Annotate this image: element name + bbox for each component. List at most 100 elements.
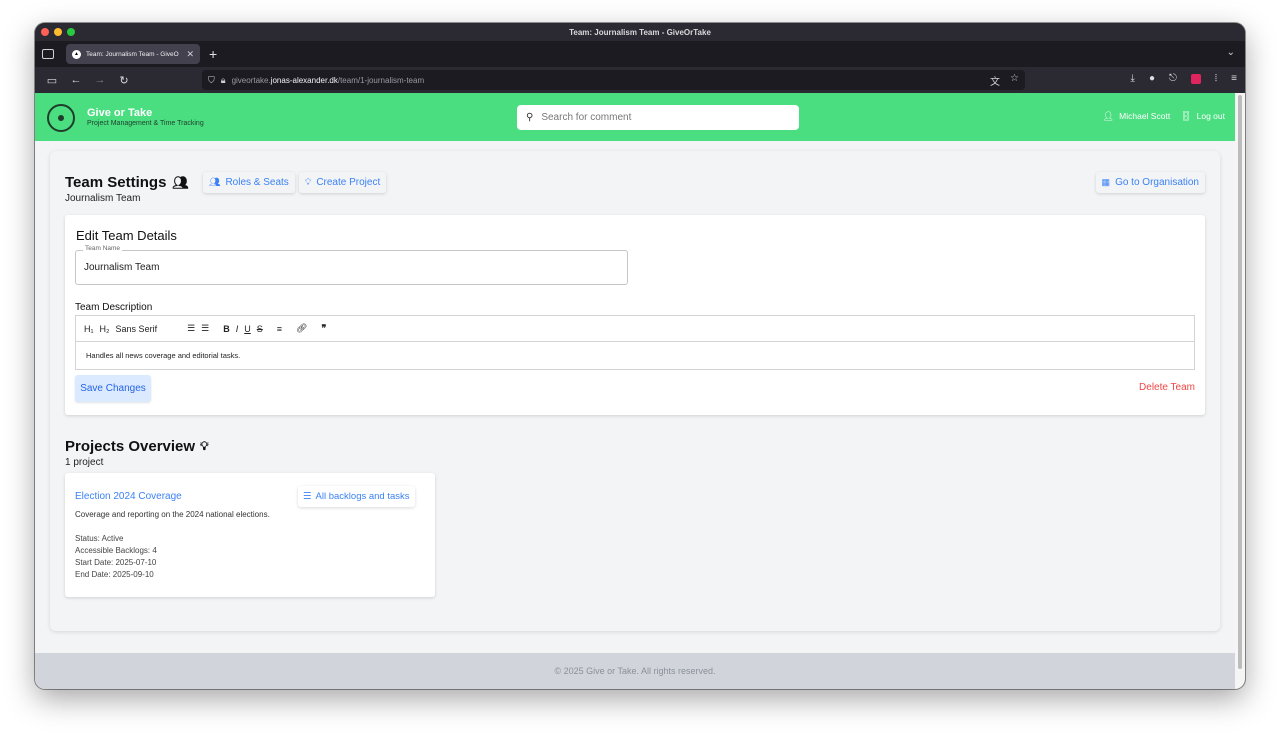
search-input[interactable] [541,112,782,123]
page: Give or Take Project Management & Time T… [35,93,1235,689]
tab-title: Team: Journalism Team - GiveO [86,50,179,58]
italic-button[interactable]: I [236,324,239,334]
maximize-window-button[interactable] [67,28,75,36]
downloads-icon[interactable]: ⤓ [1131,73,1135,84]
lightbulb-icon: 💡︎ [305,177,312,187]
team-name-subtitle: Journalism Team [65,193,141,204]
footer: © 2025 Give or Take. All rights reserved… [35,653,1235,689]
page-scrollbar[interactable] [1235,93,1245,689]
project-start-date: Start Date: 2025-07-10 [75,558,157,567]
save-changes-button[interactable]: Save Changes [75,375,151,402]
bullet-list-icon[interactable]: ☰ [201,323,209,334]
account-icon[interactable]: ● [1149,73,1155,84]
logout-label: Log out [1196,111,1225,121]
project-name-link[interactable]: Election 2024 Coverage [75,491,182,502]
logo[interactable] [47,104,75,132]
back-icon[interactable]: ← [69,74,83,86]
align-icon[interactable]: ≡ [277,324,282,334]
forward-icon[interactable]: → [93,74,107,86]
project-backlogs: Accessible Backlogs: 4 [75,546,157,555]
window-controls [41,28,75,36]
address-bar[interactable]: ⛉ 🔒︎ giveortake.jonas-alexander.dk/team/… [202,70,1025,90]
create-project-label: Create Project [316,177,381,188]
go-to-organisation-button[interactable]: ▦ Go to Organisation [1095,172,1205,193]
link-icon[interactable]: 🔗︎ [296,323,307,334]
all-backlogs-label: All backlogs and tasks [315,491,410,502]
project-status: Status: Active [75,534,124,543]
all-backlogs-button[interactable]: ☰ All backlogs and tasks [298,486,415,507]
lightbulb-icon: 💡︎ [200,439,209,453]
team-name-label: Team Name [83,245,123,252]
quote-button[interactable]: ❞ [321,323,326,334]
brand[interactable]: Give or Take Project Management & Time T… [87,108,204,128]
ublock-icon[interactable] [1190,73,1201,84]
chevron-down-icon[interactable]: ⌄ [1227,47,1235,58]
door-icon: 🚪︎ [1180,111,1192,121]
team-name-value: Journalism Team [84,262,160,273]
list-icon: ☰ [303,491,312,502]
scrollbar-thumb[interactable] [1238,95,1242,669]
menu-icon[interactable]: ≡ [1231,73,1237,84]
window-title: Team: Journalism Team - GiveOrTake [569,27,711,37]
brand-name: Give or Take [87,107,153,119]
project-description: Coverage and reporting on the 2024 natio… [75,510,270,519]
team-name-field[interactable]: Team Name Journalism Team [75,245,628,285]
footer-text: © 2025 Give or Take. All rights reserved… [554,666,716,676]
new-tab-button[interactable]: + [209,47,217,61]
extensions-icon[interactable]: ⎋ [1169,73,1177,84]
ordered-list-icon[interactable]: ☰ [187,323,195,334]
close-window-button[interactable] [41,28,49,36]
users-icon: 👥︎ [172,174,189,190]
tab-active[interactable]: ▲ Team: Journalism Team - GiveO ✕ [66,44,200,64]
create-project-button[interactable]: 💡︎ Create Project [299,172,387,193]
page-title-text: Team Settings [65,174,167,191]
delete-team-button[interactable]: Delete Team [1139,382,1195,393]
project-end-date: End Date: 2025-09-10 [75,570,154,579]
project-card: Election 2024 Coverage ☰ All backlogs an… [65,473,435,597]
editor-toolbar: H₁ H₂ Sans Serif ☰ ☰ B I U S ≡ 🔗︎ ❞ [75,315,1195,342]
edit-team-title: Edit Team Details [76,228,177,243]
roles-seats-label: Roles & Seats [225,177,289,188]
browser-window: Team: Journalism Team - GiveOrTake ▲ Tea… [35,23,1245,689]
app-header: Give or Take Project Management & Time T… [35,93,1235,141]
brand-tagline: Project Management & Time Tracking [87,120,204,127]
reader-icon[interactable]: ⦙ [1215,73,1217,84]
givetake-favicon-icon: ▲ [72,49,81,59]
user-name: Michael Scott [1119,111,1171,121]
logout-link[interactable]: 🚪︎ Log out [1180,111,1225,122]
description-editor[interactable]: Handles all news coverage and editorial … [75,342,1195,370]
bookmark-star-icon[interactable]: ☆ [1010,73,1019,88]
bold-button[interactable]: B [223,324,230,334]
reload-icon[interactable]: ↻ [117,74,131,87]
main-content: Team Settings 👥︎ Journalism Team 👥︎ Role… [50,151,1220,631]
heading1-button[interactable]: H₁ [84,324,94,334]
page-title: Team Settings 👥︎ [65,174,189,191]
edit-team-card: Edit Team Details Team Name Journalism T… [65,215,1205,415]
translate-icon[interactable]: 文 [990,73,1000,88]
sidebar-toggle-icon[interactable]: ▭ [45,74,59,87]
search-icon: ⚲ [526,112,534,123]
close-tab-icon[interactable]: ✕ [186,49,194,60]
search-box: ⚲ [517,105,799,130]
user-icon: 👤︎ [1102,111,1115,121]
tab-list-icon[interactable] [42,49,54,59]
nav-bar: ▭ ← → ↻ ⛉ 🔒︎ giveortake.jonas-alexander.… [35,67,1245,93]
title-bar: Team: Journalism Team - GiveOrTake [35,23,1245,41]
font-select[interactable]: Sans Serif [116,324,158,334]
project-meta: Status: Active Accessible Backlogs: 4 St… [75,533,157,581]
minimize-window-button[interactable] [54,28,62,36]
shield-icon: ⛉ [208,74,215,85]
strike-button[interactable]: S [257,324,263,334]
project-count: 1 project [65,457,104,468]
user-menu[interactable]: 👤︎ Michael Scott [1103,111,1170,122]
roles-seats-button[interactable]: 👥︎ Roles & Seats [203,172,295,193]
underline-button[interactable]: U [244,324,251,334]
go-to-organisation-label: Go to Organisation [1115,177,1199,188]
users-icon: 👥︎ [209,177,221,187]
building-icon: ▦ [1101,177,1111,187]
projects-overview-title-text: Projects Overview [65,438,196,455]
lock-icon: 🔒︎ [220,74,226,85]
tab-strip: ▲ Team: Journalism Team - GiveO ✕ + ⌄ [35,41,1245,67]
team-description-label: Team Description [75,302,153,313]
heading2-button[interactable]: H₂ [100,324,110,334]
